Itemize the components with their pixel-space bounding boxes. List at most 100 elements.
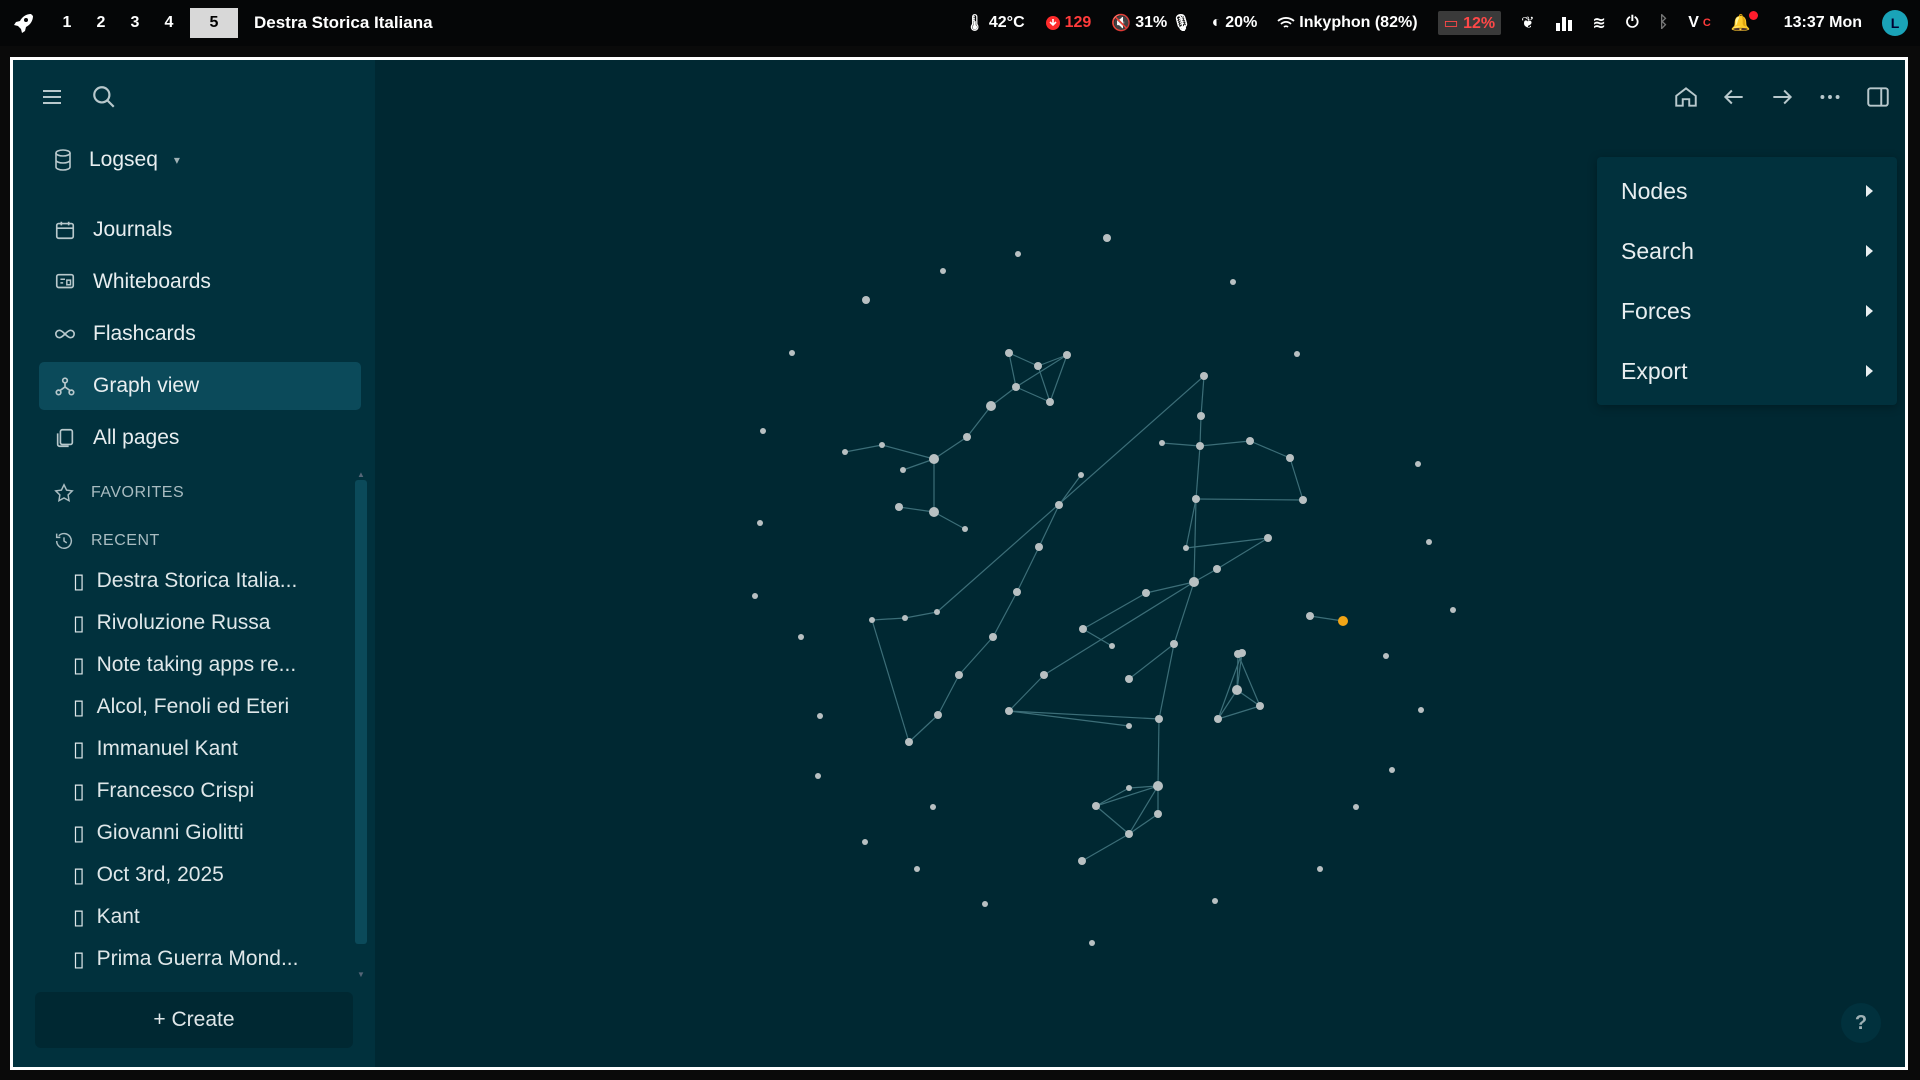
workspace-4[interactable]: 4 bbox=[152, 8, 186, 38]
notifications-bell-icon[interactable]: 🔔 bbox=[1731, 10, 1764, 33]
graph-node[interactable] bbox=[817, 713, 823, 719]
graph-node[interactable] bbox=[869, 617, 875, 623]
graph-node[interactable] bbox=[1040, 671, 1048, 679]
graph-node[interactable] bbox=[1078, 472, 1084, 478]
graph-node[interactable] bbox=[757, 520, 763, 526]
recent-page-item[interactable]: ▯ Giovanni Giolitti bbox=[73, 812, 343, 854]
menu-item-forces[interactable]: Forces bbox=[1597, 281, 1897, 341]
workspace-5-active[interactable]: 5 bbox=[190, 8, 238, 38]
graph-node[interactable] bbox=[905, 738, 913, 746]
graph-node[interactable] bbox=[1317, 866, 1323, 872]
launcher-rocket-icon[interactable] bbox=[0, 0, 46, 46]
graph-node[interactable] bbox=[1034, 362, 1042, 370]
graph-node[interactable] bbox=[1126, 785, 1132, 791]
graph-node[interactable] bbox=[986, 401, 996, 411]
graph-node[interactable] bbox=[1155, 715, 1163, 723]
sidebar-item-graph-view[interactable]: Graph view bbox=[39, 362, 361, 410]
graph-node[interactable] bbox=[1079, 625, 1087, 633]
stats-icon[interactable] bbox=[1555, 15, 1573, 31]
graph-node[interactable] bbox=[862, 296, 870, 304]
graph-node[interactable] bbox=[1089, 940, 1095, 946]
graph-node[interactable] bbox=[1286, 454, 1294, 462]
graph-node[interactable] bbox=[1196, 442, 1204, 450]
graph-node[interactable] bbox=[982, 901, 988, 907]
graph-node[interactable] bbox=[1109, 643, 1115, 649]
layers-icon[interactable]: ≋ bbox=[1593, 13, 1606, 33]
recent-page-item[interactable]: ▯ Note taking apps re... bbox=[73, 644, 343, 686]
repo-selector[interactable]: Logseq ▾ bbox=[53, 148, 180, 172]
graph-node[interactable] bbox=[940, 268, 946, 274]
sidebar-scrollbar[interactable] bbox=[355, 480, 367, 944]
volume-widget[interactable]: 🔇 31% 🎙 bbox=[1111, 13, 1191, 33]
sidebar-item-whiteboards[interactable]: Whiteboards bbox=[39, 258, 361, 306]
graph-node[interactable] bbox=[842, 449, 848, 455]
more-options-icon[interactable] bbox=[1811, 78, 1849, 116]
graph-node[interactable] bbox=[798, 634, 804, 640]
recent-page-item[interactable]: ▯ Immanuel Kant bbox=[73, 728, 343, 770]
recent-section[interactable]: RECENT bbox=[53, 530, 160, 552]
sidebar-item-all-pages[interactable]: All pages bbox=[39, 414, 361, 462]
recent-page-item[interactable]: ▯ Oct 3rd, 2025 bbox=[73, 854, 343, 896]
workspace-1[interactable]: 1 bbox=[50, 8, 84, 38]
recent-page-item[interactable]: ▯ Rivoluzione Russa bbox=[73, 602, 343, 644]
scroll-down-arrow[interactable]: ▼ bbox=[357, 970, 365, 979]
bluetooth-icon[interactable]: ᛒ bbox=[1659, 14, 1669, 32]
graph-node[interactable] bbox=[955, 671, 963, 679]
graph-node[interactable] bbox=[1238, 649, 1246, 657]
graph-node[interactable] bbox=[1046, 398, 1054, 406]
favorites-section[interactable]: FAVORITES bbox=[53, 482, 184, 504]
graph-node[interactable] bbox=[1264, 534, 1272, 542]
graph-node[interactable] bbox=[1418, 707, 1424, 713]
graph-node[interactable] bbox=[902, 615, 908, 621]
graph-node[interactable] bbox=[934, 711, 942, 719]
graph-node[interactable] bbox=[900, 467, 906, 473]
graph-node[interactable] bbox=[1192, 495, 1200, 503]
recent-page-item[interactable]: ▯ Kant bbox=[73, 896, 343, 938]
graph-node[interactable] bbox=[760, 428, 766, 434]
graph-node[interactable] bbox=[1063, 351, 1071, 359]
graph-node[interactable] bbox=[1154, 810, 1162, 818]
menu-item-search[interactable]: Search bbox=[1597, 221, 1897, 281]
graph-node[interactable] bbox=[1126, 723, 1132, 729]
back-arrow-icon[interactable] bbox=[1715, 78, 1753, 116]
graph-node[interactable] bbox=[1035, 543, 1043, 551]
wifi-widget[interactable]: Inkyphon (82%) bbox=[1277, 14, 1418, 32]
graph-node[interactable] bbox=[930, 804, 936, 810]
graph-node[interactable] bbox=[895, 503, 903, 511]
graph-node[interactable] bbox=[1214, 715, 1222, 723]
forward-arrow-icon[interactable] bbox=[1763, 78, 1801, 116]
graph-node[interactable] bbox=[1189, 577, 1199, 587]
graph-node[interactable] bbox=[1170, 640, 1178, 648]
graph-node[interactable] bbox=[1353, 804, 1359, 810]
sidebar-item-flashcards[interactable]: Flashcards bbox=[39, 310, 361, 358]
workspace-3[interactable]: 3 bbox=[118, 8, 152, 38]
graph-node[interactable] bbox=[1092, 802, 1100, 810]
menu-item-nodes[interactable]: Nodes bbox=[1597, 161, 1897, 221]
graph-node[interactable] bbox=[1426, 539, 1432, 545]
recent-page-item[interactable]: ▯ Alcol, Fenoli ed Eteri bbox=[73, 686, 343, 728]
graph-node[interactable] bbox=[1005, 707, 1013, 715]
graph-node[interactable] bbox=[1415, 461, 1421, 467]
sidebar-item-journals[interactable]: Journals bbox=[39, 206, 361, 254]
graph-node[interactable] bbox=[1450, 607, 1456, 613]
graph-node[interactable] bbox=[789, 350, 795, 356]
recent-page-item[interactable]: ▯ Destra Storica Italia... bbox=[73, 560, 343, 602]
graph-node[interactable] bbox=[1256, 702, 1264, 710]
graph-node[interactable] bbox=[862, 839, 868, 845]
create-button[interactable]: + Create bbox=[35, 992, 353, 1048]
clock[interactable]: 13:37 Mon bbox=[1784, 14, 1862, 32]
graph-node[interactable] bbox=[1246, 437, 1254, 445]
graph-node[interactable] bbox=[1012, 383, 1020, 391]
graph-node[interactable] bbox=[1232, 685, 1242, 695]
graph-node[interactable] bbox=[914, 866, 920, 872]
vpn-icon[interactable]: VC bbox=[1688, 14, 1711, 32]
toggle-right-sidebar-icon[interactable] bbox=[1859, 78, 1897, 116]
graph-node[interactable] bbox=[1306, 612, 1314, 620]
graph-node[interactable] bbox=[1159, 440, 1165, 446]
graph-node[interactable] bbox=[989, 633, 997, 641]
graph-node[interactable] bbox=[1005, 349, 1013, 357]
graph-node[interactable] bbox=[1299, 496, 1307, 504]
scroll-up-arrow[interactable]: ▲ bbox=[357, 470, 365, 479]
graph-node[interactable] bbox=[1153, 781, 1163, 791]
graph-node[interactable] bbox=[815, 773, 821, 779]
